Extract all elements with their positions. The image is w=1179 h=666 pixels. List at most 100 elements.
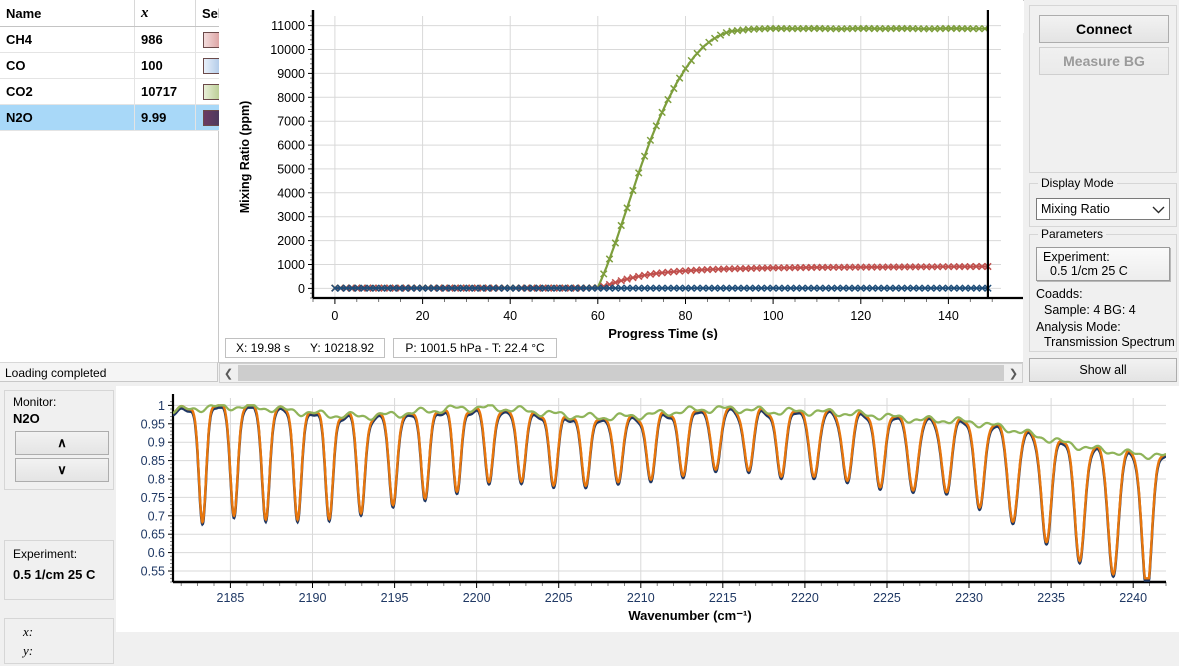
species-x-value: 100 <box>135 53 196 79</box>
cursor-coordinates-panel: x: y: <box>4 618 114 664</box>
x-tick-label: 2190 <box>299 591 327 605</box>
x-tick-label: 2185 <box>217 591 245 605</box>
x-tick-label: 2240 <box>1119 591 1147 605</box>
cursor-y-label: y: <box>23 643 33 659</box>
experiment-button-label: Experiment: <box>1043 250 1169 264</box>
connect-button[interactable]: Connect <box>1039 15 1169 43</box>
species-table-panel: Name x Sel. CH4986CO100CO210717N2O9.99 <box>0 0 219 363</box>
coadds-label: Coadds: <box>1036 287 1083 301</box>
x-tick-label: 80 <box>679 309 693 323</box>
species-name: N2O <box>0 105 135 131</box>
table-row[interactable]: CO100 <box>0 53 255 79</box>
y-tick-label: 11000 <box>271 19 305 33</box>
readout-xy: X: 19.98 s Y: 10218.92 <box>225 338 385 358</box>
readout-y-value: Y: 10218.92 <box>290 341 374 355</box>
x-tick-label: 100 <box>763 309 784 323</box>
x-tick-label: 0 <box>331 309 338 323</box>
spectrum-chart-svg[interactable]: 0.550.60.650.70.750.80.850.90.9512185219… <box>116 386 1179 632</box>
horizontal-scrollbar[interactable]: ❮ ❯ <box>219 363 1023 383</box>
x-tick-label: 2220 <box>791 591 819 605</box>
species-x-value: 986 <box>135 27 196 53</box>
species-name: CO2 <box>0 79 135 105</box>
y-tick-label: 0 <box>298 282 305 296</box>
connection-group: Connect Measure BG <box>1029 5 1177 173</box>
table-header-row: Name x Sel. <box>0 0 255 27</box>
spectrum-chart-panel[interactable]: 0.550.60.650.70.750.80.850.90.9512185219… <box>116 386 1179 632</box>
application-window: Name x Sel. CH4986CO100CO210717N2O9.99 L… <box>0 0 1179 666</box>
species-table: Name x Sel. CH4986CO100CO210717N2O9.99 <box>0 0 255 131</box>
y-tick-label: 8000 <box>277 91 305 105</box>
status-loading-text: Loading completed <box>0 362 218 382</box>
y-tick-label: 0.7 <box>148 509 165 523</box>
y-tick-label: 0.85 <box>141 454 165 468</box>
y-tick-label: 10000 <box>270 43 305 57</box>
x-tick-label: 2200 <box>463 591 491 605</box>
y-tick-label: 0.8 <box>148 472 165 486</box>
experiment-panel-left: Experiment: 0.5 1/cm 25 C <box>4 540 114 600</box>
monitor-panel: Monitor: N2O ∧ ∨ <box>4 390 114 490</box>
monitor-label: Monitor: <box>13 395 56 409</box>
y-tick-label: 1000 <box>277 258 305 272</box>
right-control-panel: Connect Measure BG Display Mode Mixing R… <box>1024 0 1179 383</box>
series-n2o <box>332 285 991 291</box>
measure-bg-button: Measure BG <box>1039 47 1169 75</box>
progress-chart-panel[interactable]: 0100020003000400050006000700080009000100… <box>219 0 1023 363</box>
y-tick-label: 9000 <box>277 67 305 81</box>
y-tick-label: 4000 <box>277 186 305 200</box>
column-header-x[interactable]: x <box>135 0 196 27</box>
display-mode-group-label: Display Mode <box>1038 176 1117 190</box>
x-tick-label: 20 <box>416 309 430 323</box>
x-tick-label: 2205 <box>545 591 573 605</box>
parameters-group-label: Parameters <box>1038 227 1106 241</box>
scrollbar-track[interactable] <box>238 365 1004 381</box>
species-name: CH4 <box>0 27 135 53</box>
x-tick-label: 60 <box>591 309 605 323</box>
experiment-button-value: 0.5 1/cm 25 C <box>1043 264 1169 278</box>
x-tick-label: 2230 <box>955 591 983 605</box>
y-tick-label: 6000 <box>277 139 305 153</box>
analysis-mode-value: Transmission Spectrum <box>1044 335 1175 349</box>
coadds-value: Sample: 4 BG: 4 <box>1044 303 1136 317</box>
y-tick-label: 0.6 <box>148 546 165 560</box>
show-all-button[interactable]: Show all <box>1029 358 1177 382</box>
parameters-group: Parameters Experiment: 0.5 1/cm 25 C Coa… <box>1029 234 1177 352</box>
display-mode-group: Display Mode Mixing Ratio <box>1029 183 1177 227</box>
y-tick-label: 0.9 <box>148 436 165 450</box>
table-row[interactable]: N2O9.99 <box>0 105 255 131</box>
monitor-value: N2O <box>13 411 40 426</box>
y-tick-label: 3000 <box>277 210 305 224</box>
x-tick-label: 120 <box>850 309 871 323</box>
readout-pressure-temperature: P: 1001.5 hPa - T: 22.4 °C <box>393 338 557 358</box>
y-axis-title: Mixing Ratio (ppm) <box>238 101 252 214</box>
x-tick-label: 2210 <box>627 591 655 605</box>
x-tick-label: 2215 <box>709 591 737 605</box>
species-x-value: 10717 <box>135 79 196 105</box>
table-row[interactable]: CO210717 <box>0 79 255 105</box>
y-tick-label: 0.95 <box>141 417 165 431</box>
monitor-up-button[interactable]: ∧ <box>15 431 109 455</box>
y-tick-label: 2000 <box>277 234 305 248</box>
display-mode-select[interactable]: Mixing Ratio <box>1036 198 1170 220</box>
series-co2 <box>332 25 988 291</box>
x-tick-label: 40 <box>503 309 517 323</box>
readout-x-value: X: 19.98 s <box>226 341 290 355</box>
x-tick-label: 140 <box>938 309 959 323</box>
experiment-button[interactable]: Experiment: 0.5 1/cm 25 C <box>1036 247 1170 281</box>
scroll-right-arrow-icon[interactable]: ❯ <box>1005 364 1022 382</box>
display-mode-selected-value: Mixing Ratio <box>1041 202 1110 216</box>
species-x-value: 9.99 <box>135 105 196 131</box>
y-tick-label: 7000 <box>277 115 305 129</box>
species-name: CO <box>0 53 135 79</box>
x-axis-title: Progress Time (s) <box>608 326 718 340</box>
y-tick-label: 5000 <box>277 162 305 176</box>
x-tick-label: 2235 <box>1037 591 1065 605</box>
y-tick-label: 1 <box>158 399 165 413</box>
x-tick-label: 2225 <box>873 591 901 605</box>
cursor-x-label: x: <box>23 624 33 640</box>
table-row[interactable]: CH4986 <box>0 27 255 53</box>
scroll-left-arrow-icon[interactable]: ❮ <box>220 364 237 382</box>
progress-chart-svg[interactable]: 0100020003000400050006000700080009000100… <box>219 0 1023 340</box>
experiment-label-left: Experiment: <box>13 547 77 561</box>
monitor-down-button[interactable]: ∨ <box>15 458 109 482</box>
column-header-name[interactable]: Name <box>0 0 135 27</box>
